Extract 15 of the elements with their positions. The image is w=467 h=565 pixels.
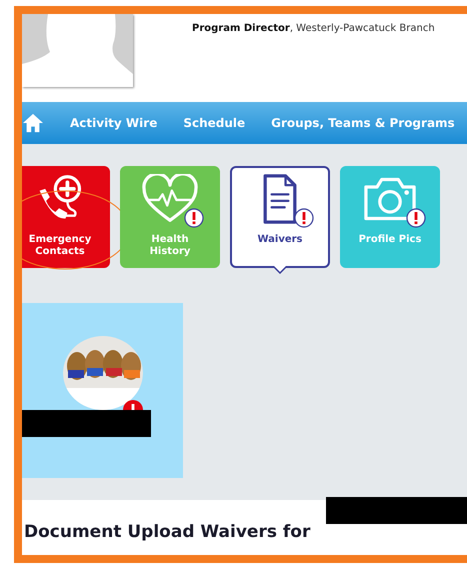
profile-role: Program Director, Westerly-Pawcatuck Branch xyxy=(192,23,435,34)
nav-link[interactable]: Activity Wire xyxy=(70,114,158,132)
category-tile[interactable]: Emergency Contacts xyxy=(22,166,110,268)
alert-icon xyxy=(184,208,204,228)
nav-link[interactable]: Groups, Teams & Programs xyxy=(271,114,455,132)
section-title: Document Upload Waivers for xyxy=(24,520,310,544)
alert-icon xyxy=(406,208,426,228)
pointer-icon xyxy=(273,266,287,274)
home-icon[interactable] xyxy=(22,113,44,133)
category-tile[interactable]: Waivers xyxy=(230,166,330,268)
category-tile[interactable]: Profile Pics xyxy=(340,166,440,268)
heart-pulse-icon xyxy=(140,174,200,224)
nav-link[interactable]: Schedule xyxy=(183,114,246,132)
category-tile[interactable]: Health History xyxy=(120,166,220,268)
alert-icon xyxy=(294,208,314,228)
